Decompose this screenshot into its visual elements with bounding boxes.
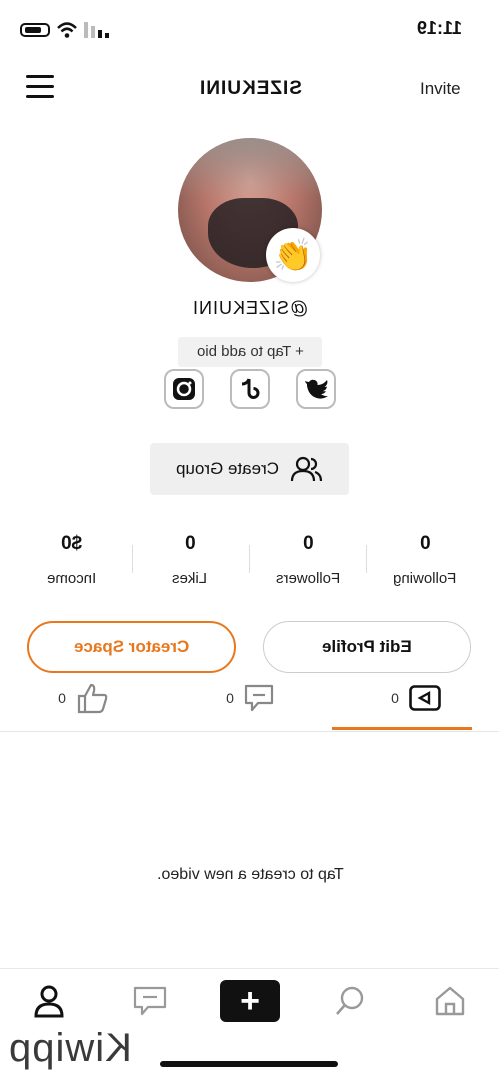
battery-icon [20, 23, 50, 37]
plus-icon[interactable]: + [220, 980, 280, 1022]
tiktok-icon[interactable] [230, 369, 270, 409]
likes-label: Likes [172, 570, 208, 587]
instagram-icon[interactable] [164, 369, 204, 409]
like-icon [77, 683, 108, 714]
search-icon[interactable] [325, 980, 375, 1022]
page-title: SIZEKUINI [198, 78, 302, 99]
comment-icon [244, 684, 273, 712]
income-amount[interactable]: $0 [42, 533, 102, 555]
signal-icon [84, 22, 109, 38]
comments-count: 0 [226, 690, 234, 706]
tab-videos[interactable]: 0 [366, 680, 466, 716]
home-icon[interactable] [425, 980, 475, 1022]
income-label: Income [47, 570, 97, 587]
status-time: 11:19 [417, 18, 463, 38]
followers-label: Followers [275, 570, 341, 587]
followers-count[interactable]: 0 [278, 533, 338, 555]
profile-icon[interactable] [24, 980, 74, 1022]
create-group-label: Create Group [176, 459, 279, 478]
wifi-icon [57, 22, 77, 38]
create-group-button[interactable]: Create Group [150, 443, 349, 495]
edit-profile-button[interactable]: Edit Profile [263, 621, 471, 673]
following-label: Following [393, 570, 457, 587]
video-icon [409, 685, 441, 711]
videos-count: 0 [391, 690, 399, 706]
creator-space-button[interactable]: Creator Space [27, 621, 236, 673]
messages-icon[interactable] [125, 980, 175, 1022]
active-tab-indicator [332, 727, 472, 730]
add-bio-button[interactable]: + Tap to add bio [178, 337, 322, 367]
group-icon [290, 456, 323, 482]
watermark-logo: Kiwipp [8, 1026, 132, 1070]
divider [0, 731, 499, 732]
status-icons [20, 20, 115, 42]
tab-likes[interactable]: 0 [34, 680, 134, 716]
twitter-icon[interactable] [296, 369, 336, 409]
likes-count[interactable]: 0 [160, 533, 220, 555]
home-indicator[interactable] [160, 1061, 338, 1067]
empty-state-message[interactable]: Tap to create a new video. [100, 866, 400, 884]
likes-tab-count: 0 [58, 690, 66, 706]
invite-link[interactable]: Invite [420, 79, 480, 99]
tab-comments[interactable]: 0 [200, 680, 300, 716]
profile-handle: @SIZEKUINI [191, 298, 309, 318]
clapping-hands-icon: 👏 [266, 228, 320, 282]
following-count[interactable]: 0 [395, 533, 455, 555]
bottom-nav-divider [0, 968, 499, 969]
menu-icon[interactable] [26, 75, 54, 99]
